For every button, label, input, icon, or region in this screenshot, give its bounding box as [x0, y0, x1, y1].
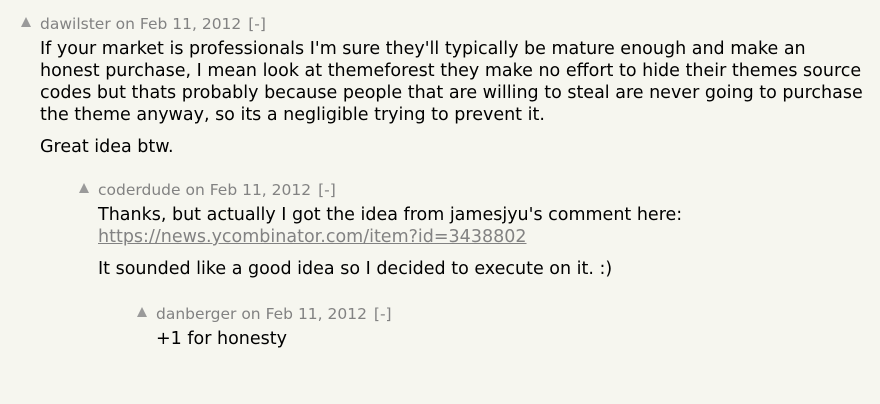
on-label: on [185, 181, 205, 199]
comment-timestamp[interactable]: Feb 11, 2012 [140, 15, 241, 33]
upvote-arrow-icon[interactable] [78, 182, 90, 194]
comment-reply: danberger on Feb 11, 2012 [-] +1 for hon… [0, 280, 880, 350]
comment: dawilster on Feb 11, 2012 [-] If your ma… [0, 0, 880, 158]
comment-header: dawilster on Feb 11, 2012 [-] [40, 14, 880, 34]
upvote-arrow-icon[interactable] [136, 306, 148, 318]
collapse-toggle[interactable]: [-] [248, 15, 266, 33]
collapse-toggle[interactable]: [-] [374, 305, 392, 323]
comment-header: coderdude on Feb 11, 2012 [-] [98, 180, 880, 200]
comment-paragraph: It sounded like a good idea so I decided… [98, 259, 613, 279]
comment-author[interactable]: danberger [156, 305, 236, 323]
comment-author[interactable]: dawilster [40, 15, 111, 33]
upvote-arrow-icon[interactable] [20, 16, 32, 28]
comment-reply: coderdude on Feb 11, 2012 [-] Thanks, bu… [0, 158, 880, 280]
comment-paragraph: If your market is professionals I'm sure… [40, 39, 863, 125]
comment-author[interactable]: coderdude [98, 181, 181, 199]
comment-body: Thanks, but actually I got the idea from… [98, 204, 880, 280]
comment-header: danberger on Feb 11, 2012 [-] [156, 304, 880, 324]
comment-body: +1 for honesty [156, 328, 880, 350]
on-label: on [115, 15, 135, 33]
comment-paragraph: +1 for honesty [156, 329, 287, 349]
on-label: on [241, 305, 261, 323]
comment-paragraph: Thanks, but actually I got the idea from… [98, 204, 880, 248]
comment-timestamp[interactable]: Feb 11, 2012 [210, 181, 311, 199]
comment-link[interactable]: https://news.ycombinator.com/item?id=343… [98, 227, 527, 247]
comment-body: If your market is professionals I'm sure… [40, 38, 870, 158]
comment-timestamp[interactable]: Feb 11, 2012 [266, 305, 367, 323]
comment-paragraph: Great idea btw. [40, 137, 174, 157]
collapse-toggle[interactable]: [-] [318, 181, 336, 199]
comment-intro: Thanks, but actually I got the idea from… [98, 205, 683, 225]
